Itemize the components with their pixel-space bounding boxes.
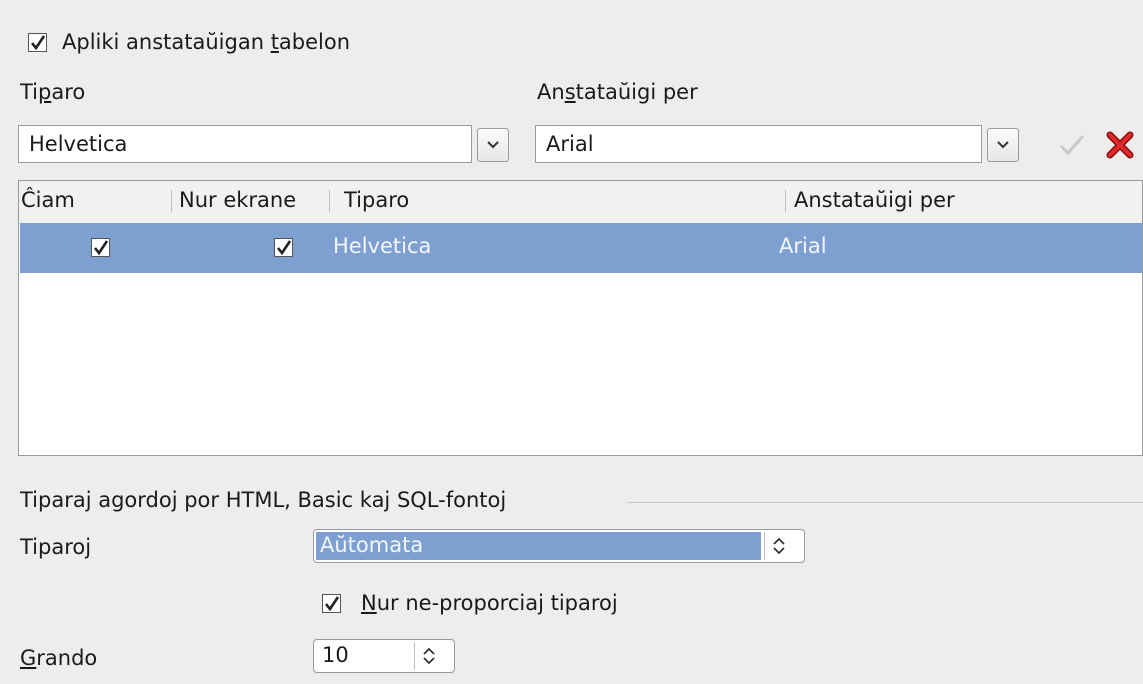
checkbox-icon — [28, 33, 47, 52]
html-basic-sql-fonts-section-title: Tiparaj agordoj por HTML, Basic kaj SQL-… — [20, 488, 507, 512]
font-combo-input[interactable]: Helvetica — [18, 125, 472, 163]
column-header-screen-only[interactable]: Nur ekrane — [179, 188, 296, 212]
column-separator — [329, 190, 330, 212]
always-checkbox[interactable] — [91, 238, 110, 257]
up-down-arrows-icon — [764, 532, 793, 560]
delete-button[interactable] — [1106, 131, 1134, 164]
replacement-table: Ĉiam Nur ekrane Tiparo Anstataŭigi per H… — [18, 180, 1143, 456]
size-label: Grando — [20, 646, 98, 670]
column-header-font[interactable]: Tiparo — [344, 188, 409, 212]
apply-replacement-table-checkbox[interactable] — [28, 33, 47, 57]
row-font-cell: Helvetica — [333, 234, 432, 258]
replace-with-combo-dropdown-button[interactable] — [987, 128, 1019, 162]
table-row[interactable]: Helvetica Arial — [20, 223, 1142, 273]
column-header-replace-with[interactable]: Anstataŭigi per — [794, 188, 955, 212]
font-combo-dropdown-button[interactable] — [477, 128, 509, 162]
column-separator — [171, 190, 172, 212]
non-proportional-fonts-label: Nur ne-proporciaj tiparoj — [361, 591, 618, 615]
fonts-select[interactable]: Aŭtomata — [313, 529, 805, 563]
replace-with-label: Anstataŭigi per — [537, 80, 698, 104]
chevron-down-icon — [997, 141, 1009, 149]
section-divider — [627, 502, 1143, 503]
chevron-down-icon — [487, 141, 499, 149]
replace-with-combo-input[interactable]: Arial — [535, 125, 982, 163]
apply-replacement-table-label: Apliki anstataŭigan tabelon — [62, 30, 351, 54]
checkbox-icon — [322, 594, 341, 613]
up-down-arrows-icon[interactable] — [414, 642, 443, 670]
size-spinbox[interactable]: 10 — [313, 639, 455, 673]
fonts-label: Tiparoj — [20, 535, 92, 559]
table-header: Ĉiam Nur ekrane Tiparo Anstataŭigi per — [19, 181, 1142, 224]
apply-button[interactable] — [1059, 133, 1085, 162]
row-replace-with-cell: Arial — [779, 234, 827, 258]
column-separator — [785, 190, 786, 212]
fonts-select-value: Aŭtomata — [320, 533, 424, 557]
column-header-always[interactable]: Ĉiam — [21, 188, 75, 212]
checkmark-icon — [1059, 135, 1085, 156]
size-spinbox-value: 10 — [322, 643, 349, 667]
delete-x-icon — [1106, 131, 1134, 159]
font-label: Tiparo — [20, 80, 86, 104]
non-proportional-fonts-checkbox[interactable] — [322, 594, 341, 618]
screen-only-checkbox[interactable] — [273, 238, 293, 257]
